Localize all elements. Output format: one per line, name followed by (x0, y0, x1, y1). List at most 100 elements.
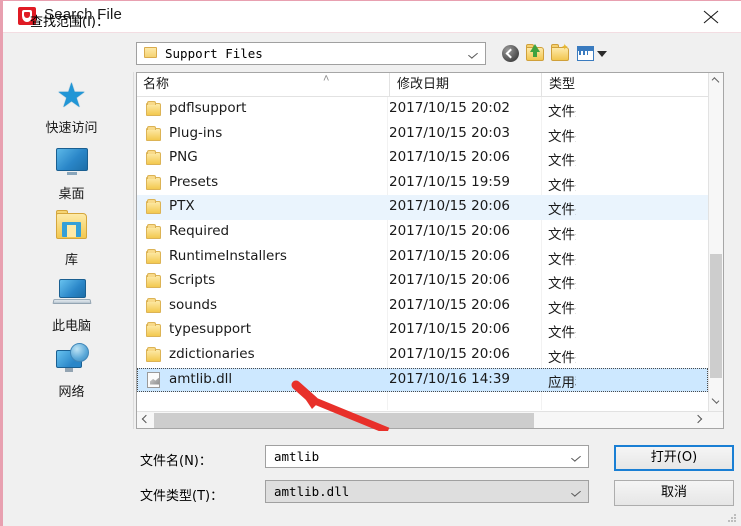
chevron-down-icon[interactable] (571, 453, 581, 462)
title-bar: Search File (3, 1, 741, 33)
sidebar-item-network[interactable]: 网络 (9, 336, 134, 402)
table-row[interactable]: sounds 2017/10/15 20:06 文件夹 (137, 294, 708, 319)
file-date-cell: 2017/10/15 20:03 (389, 124, 511, 141)
laptop-icon (51, 276, 92, 312)
file-name-cell: Plug-ins (169, 124, 223, 141)
sidebar-item-label: 网络 (58, 385, 85, 400)
file-type-cell: 文件夹 (548, 325, 576, 342)
library-folder-icon (52, 210, 92, 246)
folder-icon (146, 223, 162, 239)
file-name-cell: typesupport (169, 321, 251, 338)
file-type-select[interactable]: amtlib.dll (265, 480, 589, 503)
resize-grip[interactable] (727, 513, 737, 523)
vertical-scroll-thumb[interactable] (710, 254, 722, 378)
column-header-type[interactable]: 类型 (541, 73, 581, 96)
table-row[interactable]: Presets 2017/10/15 19:59 文件夹 (137, 171, 708, 196)
folder-icon (146, 297, 162, 313)
scroll-left-button[interactable] (137, 412, 154, 428)
file-type-cell: 文件夹 (548, 177, 576, 194)
table-row[interactable]: pdflsupport 2017/10/15 20:02 文件夹 (137, 97, 708, 122)
sidebar-item-quick-access[interactable]: ★ 快速访问 (9, 72, 134, 138)
file-date-cell: 2017/10/15 20:06 (389, 198, 511, 215)
vertical-scrollbar[interactable] (708, 73, 723, 428)
scroll-down-button[interactable] (709, 393, 723, 410)
cancel-button[interactable]: 取消 (614, 480, 734, 506)
file-type-label: 文件类型(T)： (140, 489, 224, 504)
sort-ascending-icon: ˄ (323, 73, 330, 85)
file-date-cell: 2017/10/15 20:06 (389, 345, 511, 362)
open-button[interactable]: 打开(O) (614, 445, 734, 471)
close-button[interactable] (689, 1, 733, 32)
file-type-cell: 文件夹 (548, 276, 576, 293)
look-in-combobox[interactable]: Support Files (136, 42, 486, 65)
file-list-pane: 名称 ˄ 修改日期 类型 pdflsupport 2017/10/15 20:02… (136, 72, 724, 429)
table-row[interactable]: typesupport 2017/10/15 20:06 文件夹 (137, 318, 708, 343)
search-file-dialog: Search File 查找范围(I)： Support Files ✦ ★ 快… (0, 0, 741, 526)
new-folder-button[interactable]: ✦ (550, 42, 572, 64)
table-row[interactable]: RuntimeInstallers 2017/10/15 20:06 文件夹 (137, 245, 708, 270)
file-rows[interactable]: pdflsupport 2017/10/15 20:02 文件夹 Plug-ins 20… (137, 97, 708, 410)
folder-icon (146, 346, 162, 362)
file-type-cell: 文件夹 (548, 251, 576, 268)
file-date-cell: 2017/10/16 14:39 (389, 370, 511, 387)
table-row[interactable]: zdictionaries 2017/10/15 20:06 文件夹 (137, 343, 708, 368)
horizontal-scrollbar[interactable] (137, 411, 723, 428)
file-type-cell: 文件夹 (548, 153, 576, 170)
file-name-input[interactable]: amtlib (265, 445, 589, 468)
close-icon (703, 10, 719, 24)
table-row[interactable]: Scripts 2017/10/15 20:06 文件夹 (137, 269, 708, 294)
file-date-cell: 2017/10/15 19:59 (389, 173, 511, 190)
file-type-cell: 文件夹 (548, 349, 576, 366)
table-row[interactable]: Required 2017/10/15 20:06 文件夹 (137, 220, 708, 245)
file-name-cell: Presets (169, 173, 219, 190)
file-name-cell: Scripts (169, 272, 216, 289)
sidebar-item-label: 此电脑 (51, 319, 91, 334)
file-date-cell: 2017/10/15 20:06 (389, 222, 511, 239)
file-date-cell: 2017/10/15 20:06 (389, 272, 511, 289)
folder-icon (146, 322, 162, 338)
views-button[interactable] (575, 42, 607, 64)
horizontal-scroll-thumb[interactable] (154, 413, 534, 428)
scroll-right-button[interactable] (691, 412, 708, 428)
chevron-down-icon (468, 50, 478, 59)
file-type-cell: 文件夹 (548, 104, 576, 120)
table-row[interactable]: PTX 2017/10/15 20:06 文件夹 (137, 195, 708, 220)
file-type-value: amtlib.dll (274, 484, 350, 499)
folder-icon (146, 174, 162, 190)
file-name-cell: zdictionaries (169, 345, 255, 362)
sidebar-item-label: 桌面 (58, 187, 85, 202)
table-row[interactable]: amtlib.dll 2017/10/16 14:39 应用程序扩展 (137, 367, 708, 393)
chevron-down-icon[interactable] (571, 488, 581, 497)
file-name-cell: Required (169, 222, 230, 239)
dll-file-icon (146, 371, 162, 388)
sidebar-item-libraries[interactable]: 库 (9, 204, 134, 270)
file-type-cell: 文件夹 (548, 300, 576, 317)
file-name-cell: sounds (169, 296, 218, 313)
file-name-value: amtlib (274, 449, 320, 464)
scroll-up-button[interactable] (709, 73, 723, 90)
folder-icon (146, 199, 162, 215)
up-one-level-button[interactable] (525, 42, 547, 64)
file-name-cell: pdflsupport (169, 100, 247, 116)
table-row[interactable]: Plug-ins 2017/10/15 20:03 文件夹 (137, 122, 708, 147)
sidebar-item-desktop[interactable]: 桌面 (9, 138, 134, 204)
file-type-cell: 应用程序扩展 (548, 374, 576, 391)
sidebar-item-this-pc[interactable]: 此电脑 (9, 270, 134, 336)
file-name-cell: RuntimeInstallers (169, 247, 287, 264)
file-date-cell: 2017/10/15 20:06 (389, 149, 511, 166)
network-icon (52, 342, 92, 378)
chevron-down-icon (597, 51, 607, 57)
sidebar-item-label: 快速访问 (45, 121, 98, 136)
table-row[interactable]: PNG 2017/10/15 20:06 文件夹 (137, 146, 708, 171)
folder-icon (146, 101, 162, 116)
column-header-date-modified[interactable]: 修改日期 (389, 73, 533, 96)
file-name-cell: amtlib.dll (169, 370, 233, 387)
file-date-cell: 2017/10/15 20:06 (389, 321, 511, 338)
look-in-label: 查找范围(I)： (30, 15, 109, 30)
file-type-cell: 文件夹 (548, 128, 576, 145)
back-button[interactable] (500, 42, 522, 64)
column-header-name[interactable]: 名称 (143, 73, 387, 96)
file-date-cell: 2017/10/15 20:02 (389, 100, 511, 116)
sidebar-item-label: 库 (64, 253, 78, 268)
folder-icon (146, 248, 162, 264)
